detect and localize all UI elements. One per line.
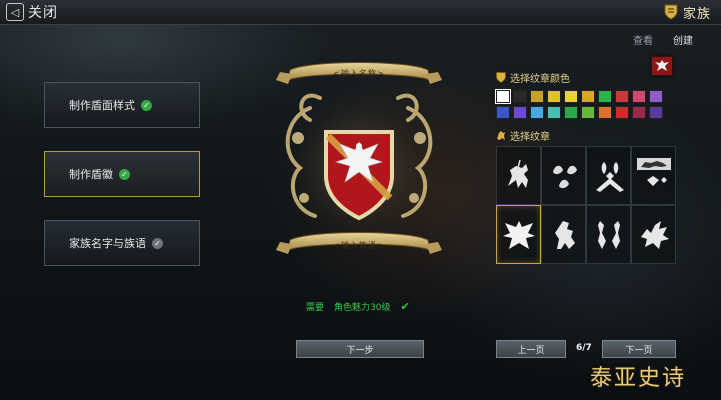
check-icon: ✓ [152,237,163,249]
color-swatch[interactable] [564,106,578,119]
color-swatch[interactable] [547,90,561,103]
requirement-text: 角色魅力30级 [334,303,391,313]
color-swatch[interactable] [615,90,629,103]
horseman-icon [507,159,528,188]
shield-icon [496,72,506,83]
emblem-option[interactable] [631,146,676,205]
lion-rampant-icon [554,220,575,249]
crest-name-input[interactable]: <输入名称> [319,68,399,79]
color-swatch[interactable] [530,90,544,103]
emblem-option[interactable] [496,205,541,264]
view-create-tabs: 查看 创建 [633,32,693,47]
emblem-grid [496,146,676,264]
requirement-row: 需要 角色魅力30级 ✔ [306,300,410,313]
color-swatch[interactable] [649,90,663,103]
next-step-button[interactable]: 下一步 [296,340,424,358]
step-label: 家族名字与族语 [69,237,146,250]
family-shield-icon [664,4,678,20]
lion-icon [497,131,505,140]
color-swatch[interactable] [632,90,646,103]
top-bar: ◁ 关闭 家族 [0,0,721,25]
color-swatch[interactable] [495,89,511,104]
close-label: 关闭 [28,5,58,21]
color-swatch[interactable] [615,106,629,119]
color-swatch[interactable] [513,90,527,103]
color-swatch[interactable] [513,106,527,119]
next-page-button[interactable]: 下一页 [602,340,676,358]
family-crest [274,62,444,254]
colors-section-title: 选择纹章颜色 [496,70,570,85]
tab-create[interactable]: 创建 [673,32,693,47]
scallop-icon [552,165,577,188]
prev-page-button[interactable]: 上一页 [496,340,566,358]
crest-motto-input[interactable]: <输入族语> [319,240,399,251]
color-swatch[interactable] [598,90,612,103]
family-tab[interactable]: 家族 [664,2,711,22]
lion-passant-icon [636,157,671,186]
dragon-icon [640,220,669,249]
color-swatch[interactable] [547,106,561,119]
check-icon: ✓ [119,168,130,180]
step-make-emblem[interactable]: 制作盾徽 ✓ [44,151,200,197]
check-icon: ✓ [141,99,152,111]
emblems-section-title: 选择纹章 [496,128,550,143]
exit-icon: ◁ [6,3,24,21]
page-indicator: 6/7 [576,343,592,353]
color-palette [495,89,668,119]
color-swatch[interactable] [530,106,544,119]
emblem-option[interactable] [586,146,631,205]
color-swatch[interactable] [598,106,612,119]
step-label: 制作盾面样式 [69,99,135,112]
color-swatch[interactable] [581,90,595,103]
emblems-title-text: 选择纹章 [510,132,550,143]
emblem-option[interactable] [631,205,676,264]
close-button[interactable]: ◁ 关闭 [6,2,58,22]
emblem-option[interactable] [541,146,586,205]
color-swatch[interactable] [581,106,595,119]
crest-preview-thumbnail [651,56,673,76]
check-icon: ✔ [400,300,410,313]
fleur-de-lis-icon [595,161,624,192]
twin-seahorse-icon [597,220,620,249]
colors-title-text: 选择纹章颜色 [510,74,570,85]
color-swatch[interactable] [564,90,578,103]
step-shield-style[interactable]: 制作盾面样式 ✓ [44,82,200,128]
requirement-tag: 需要 [306,303,325,313]
step-label: 制作盾徽 [69,168,113,181]
game-logo: 泰亚史诗 [590,366,687,391]
color-swatch[interactable] [632,106,646,119]
emblem-option[interactable] [496,146,541,205]
eagle-icon [655,60,669,71]
emblem-option[interactable] [586,205,631,264]
family-label: 家族 [682,6,711,22]
emblem-option[interactable] [541,205,586,264]
color-swatch[interactable] [649,106,663,119]
color-swatch[interactable] [496,106,510,119]
eagle-icon [502,220,535,249]
tab-view[interactable]: 查看 [633,32,653,47]
step-family-name-motto[interactable]: 家族名字与族语 ✓ [44,220,200,266]
